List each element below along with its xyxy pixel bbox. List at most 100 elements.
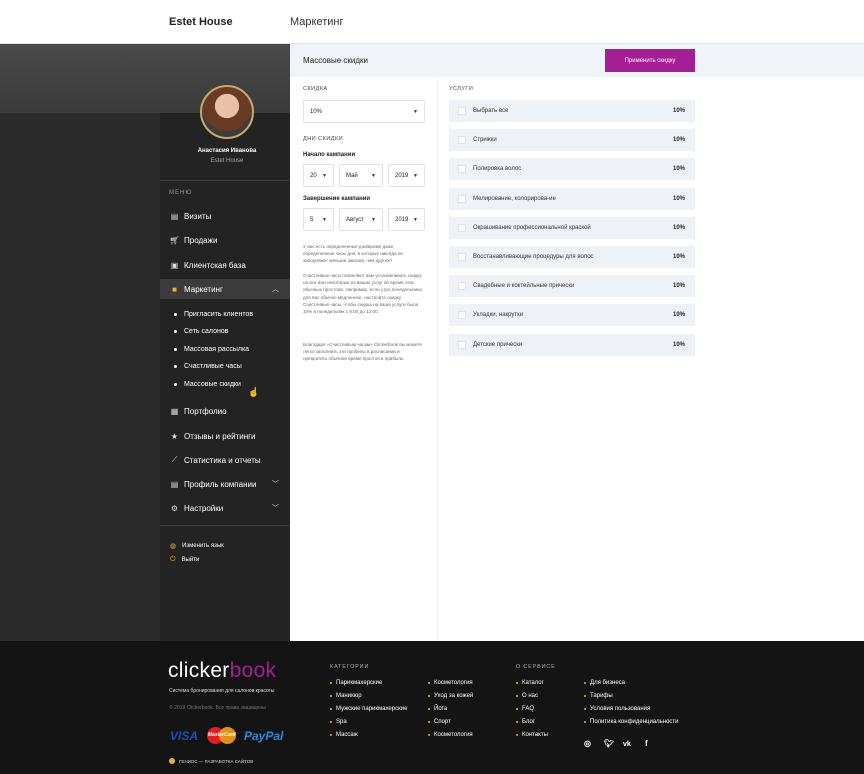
submenu-invite-clients[interactable]: Пригласить клиентов (174, 311, 253, 318)
checkbox[interactable] (458, 224, 466, 232)
start-month-select[interactable]: Май ▼ (339, 164, 383, 187)
sidebar-item-clients[interactable]: ▣ Клиентская база (160, 255, 290, 275)
submenu-happy-hours[interactable]: Счастливые часы (174, 363, 242, 370)
sidebar-item-marketing[interactable]: ■ Маркетинг ︿ (160, 279, 290, 299)
chevron-down-icon[interactable]: ﹀ (272, 503, 279, 513)
footer-link[interactable]: Мужские парикмахерские (330, 706, 407, 712)
sidebar-item-reviews[interactable]: ★ Отзывы и рейтинги (160, 426, 290, 446)
sidebar-item-label: Клиентская база (184, 260, 246, 270)
apply-discount-button[interactable]: Применить скидку (605, 49, 695, 72)
image-icon: ▦ (170, 406, 179, 416)
chevron-up-icon[interactable]: ︿ (272, 284, 279, 294)
end-year-select[interactable]: 2019 ▼ (388, 208, 425, 231)
sidebar-item-label: Маркетинг (184, 284, 223, 294)
globe-icon: ◍ (170, 543, 177, 550)
footer-link[interactable]: Условия пользования (584, 706, 650, 712)
page-title: Маркетинг (290, 16, 344, 28)
left-backdrop (0, 44, 160, 641)
caret-down-icon: ▼ (413, 216, 418, 223)
avatar[interactable] (200, 85, 254, 139)
service-row[interactable]: Выбрать все 10% (449, 100, 695, 122)
cart-icon: 🛒︎ (169, 235, 180, 245)
end-year-value: 2019 (395, 216, 409, 223)
footer-link[interactable]: Маникюр (330, 693, 362, 699)
footer-link[interactable]: Парикмахерские (330, 680, 382, 686)
checkbox[interactable] (458, 282, 466, 290)
chevron-down-icon[interactable]: ﹀ (272, 479, 279, 489)
submenu-salon-network[interactable]: Сеть салонов (174, 328, 228, 335)
footer-link[interactable]: Политика конфиденциальности (584, 719, 679, 725)
sidebar-item-label: Портфолио (184, 406, 227, 416)
discount-select[interactable]: 10% ▼ (303, 100, 425, 123)
sidebar-item-label: Продажи (184, 235, 218, 245)
submenu-mass-discounts[interactable]: Массовые скидки (174, 381, 241, 388)
footer-link[interactable]: Спорт (428, 719, 451, 725)
footer-link[interactable]: Контакты (516, 732, 548, 738)
service-name: Выбрать все (473, 108, 509, 114)
start-year-select[interactable]: 2019 ▼ (388, 164, 425, 187)
checkbox[interactable] (458, 341, 466, 349)
footer-link[interactable]: Spa (330, 719, 347, 725)
footer-link[interactable]: Косметология (428, 680, 473, 686)
checkbox[interactable] (458, 311, 466, 319)
service-row[interactable]: Окрашивание профессиональной краской 10% (449, 217, 695, 239)
checkbox[interactable] (458, 107, 466, 115)
start-day-select[interactable]: 20 ▼ (303, 164, 334, 187)
footer-link[interactable]: Для бизнеса (584, 680, 625, 686)
submenu-mass-mailing[interactable]: Массовая рассылка (174, 346, 249, 353)
about-caption: О СЕРВИСЕ (516, 664, 556, 670)
visa-icon: VISA (170, 729, 199, 743)
cursor-hand-icon: ☝ (248, 387, 260, 397)
info-paragraph-2: Счастливые часы позволяют вам устанавлив… (303, 273, 422, 315)
vk-icon[interactable]: vk (623, 741, 631, 748)
logout-label: Выйти (181, 557, 200, 563)
footer-link[interactable]: Косметология (428, 732, 473, 738)
start-label: Начало кампании (303, 152, 356, 158)
service-discount: 10% (672, 254, 685, 260)
end-month-select[interactable]: Август ▼ (339, 208, 383, 231)
footer-link[interactable]: FAQ (516, 706, 534, 712)
footer-link[interactable]: Тарифы (584, 693, 613, 699)
footer-link[interactable]: Массаж (330, 732, 358, 738)
service-discount: 10% (672, 225, 685, 231)
service-name: Свадебные и коктейльные прически (473, 283, 575, 289)
sidebar-item-visits[interactable]: ▤ Визиты (160, 206, 290, 226)
service-row[interactable]: Детские прически 10% (449, 334, 695, 356)
discount-caption: СКИДКА (303, 86, 328, 92)
footer-link[interactable]: Йога (428, 706, 447, 712)
footer-link[interactable]: Каталог (516, 680, 544, 686)
checkbox[interactable] (458, 195, 466, 203)
instagram-icon[interactable]: ◎ (584, 739, 591, 748)
footer-link[interactable]: Уход за кожей (428, 693, 473, 699)
sidebar-item-portfolio[interactable]: ▦ Портфолио (160, 401, 290, 421)
info-paragraph-3: Благодаря «Счастливым часам» Clickerbook… (303, 342, 423, 362)
brand-name[interactable]: Estet House (169, 16, 233, 28)
footer-link[interactable]: Блог (516, 719, 535, 725)
checkbox[interactable] (458, 136, 466, 144)
sidebar-item-statistics[interactable]: ⟋ Статистика и отчеты (160, 450, 290, 470)
checkbox[interactable] (458, 253, 466, 261)
service-row[interactable]: Свадебные и коктейльные прически 10% (449, 275, 695, 297)
developer-credit[interactable]: ГЕНИОС — РАЗРАБОТКА САЙТОВ (169, 758, 253, 764)
service-row[interactable]: Укладки, накрутки 10% (449, 304, 695, 326)
service-row[interactable]: Полировка волос 10% (449, 158, 695, 180)
twitter-icon[interactable]: 🐦︎ (604, 739, 614, 748)
sidebar-item-settings[interactable]: ⚙ Настройки ﹀ (160, 498, 290, 518)
change-language-link[interactable]: ◍ Изменить язык (170, 542, 224, 550)
sidebar-item-company-profile[interactable]: ▤ Профиль компании ﹀ (160, 474, 290, 494)
checkbox[interactable] (458, 165, 466, 173)
footer-link[interactable]: О нас (516, 693, 538, 699)
service-row[interactable]: Мелирование, колорирова-ие 10% (449, 188, 695, 210)
facebook-icon[interactable]: f (645, 739, 648, 748)
chart-icon: ⟋ (171, 455, 178, 464)
clipboard-icon: ▤ (170, 211, 179, 221)
end-day-select[interactable]: 5 ▼ (303, 208, 334, 231)
logout-link[interactable]: ⏻ Выйти (170, 556, 199, 564)
service-row[interactable]: Восстанавливающие процедуры для волос 10… (449, 246, 695, 268)
service-row[interactable]: Стрижки 10% (449, 129, 695, 151)
caret-down-icon: ▼ (322, 172, 327, 179)
start-day-value: 20 (310, 172, 317, 179)
column-divider (437, 78, 438, 640)
clickerbook-logo[interactable]: clickerbook (168, 659, 276, 683)
sidebar-item-sales[interactable]: 🛒︎ Продажи (160, 230, 290, 250)
